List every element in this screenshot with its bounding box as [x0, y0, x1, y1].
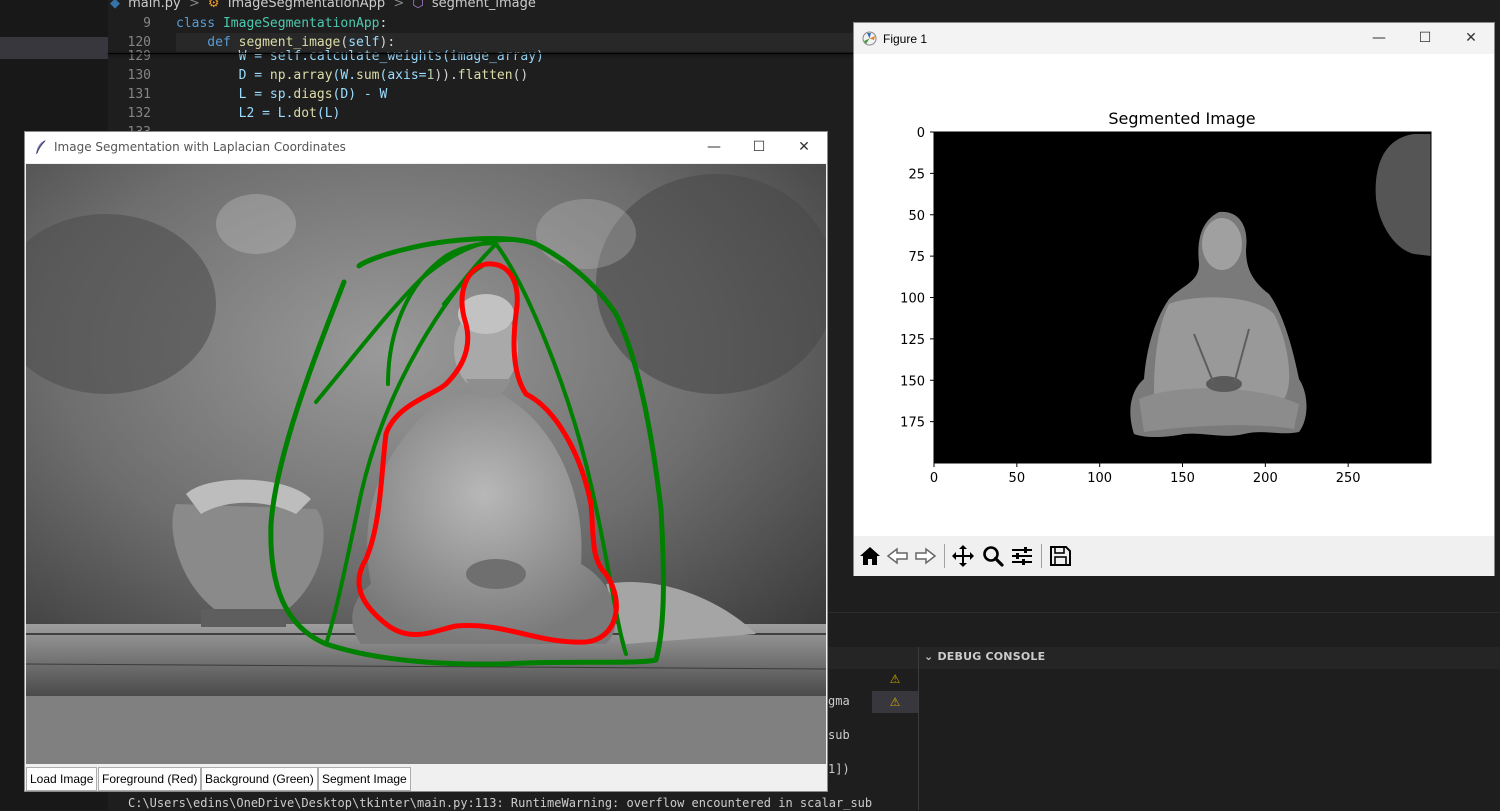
chevron-down-icon: ⌄ [924, 650, 938, 663]
y-tick-label: 125 [900, 333, 925, 348]
breadcrumb-separator: > [188, 0, 200, 11]
code-token: (axis= [379, 68, 427, 83]
breadcrumb-separator: > [393, 0, 405, 11]
x-tick-label: 250 [1336, 471, 1361, 486]
breadcrumb-class[interactable]: ImageSegmentationApp [228, 0, 385, 11]
sticky-code-line[interactable]: 9 class ImageSegmentationApp: [108, 14, 387, 33]
x-tick-label: 150 [1170, 471, 1195, 486]
explorer-selected-row[interactable] [0, 37, 108, 59]
loaded-photo[interactable] [26, 164, 826, 696]
drawing-canvas[interactable] [26, 164, 826, 764]
close-button[interactable]: ✕ [781, 132, 827, 163]
terminal-output-fragment: sub [828, 728, 850, 742]
y-tick-label: 100 [900, 292, 925, 307]
navigation-toolbar [854, 536, 1494, 576]
line-number: 129 [127, 49, 151, 64]
y-tick-label: 50 [908, 209, 925, 224]
y-tick-label: 0 [917, 126, 925, 141]
code-token: : [379, 16, 388, 31]
x-tick-label: 50 [1009, 471, 1026, 486]
segment-image-button[interactable]: Segment Image [318, 767, 411, 791]
x-tick-label: 100 [1087, 471, 1112, 486]
line-number: 131 [127, 87, 151, 102]
code-line[interactable]: 131 L = sp.diags(D) - W [108, 85, 388, 104]
back-icon[interactable] [885, 544, 911, 568]
axes-image[interactable] [933, 131, 1432, 464]
code-token: class [176, 16, 223, 31]
breadcrumb: ◆ main.py > ⚙ ImageSegmentationApp > ⬡ s… [110, 0, 540, 14]
window-title: Image Segmentation with Laplacian Coordi… [54, 140, 346, 154]
minimize-button[interactable]: — [1356, 23, 1402, 54]
toolbar-separator [1041, 544, 1042, 568]
maximize-button[interactable]: ☐ [736, 132, 782, 163]
background-green-button[interactable]: Background (Green) [201, 767, 318, 791]
foreground-red-button[interactable]: Foreground (Red) [98, 767, 202, 791]
method-symbol-icon: ⬡ [412, 0, 424, 11]
line-number: 132 [127, 106, 151, 121]
panel-divider[interactable] [918, 647, 919, 810]
close-button[interactable]: ✕ [1448, 23, 1494, 54]
save-icon[interactable] [1047, 544, 1073, 568]
code-token: flatten [457, 68, 513, 83]
code-token: D = [176, 68, 270, 83]
warning-icon[interactable]: ⚠ [888, 672, 902, 686]
figure-titlebar[interactable]: Figure 1 — ☐ ✕ [854, 23, 1494, 54]
zoom-icon[interactable] [980, 544, 1006, 568]
forward-icon[interactable] [912, 544, 938, 568]
terminal-output-fragment: 1]) [828, 762, 850, 776]
python-file-icon: ◆ [110, 0, 120, 11]
terminal-output-fragment: gma [828, 694, 850, 708]
plot-area[interactable]: Segmented Image 0 50 100 150 200 250 0 25 50 75 1… [854, 54, 1494, 536]
code-token: () [512, 68, 529, 83]
code-token: sum [356, 68, 380, 83]
chart-title: Segmented Image [1108, 109, 1255, 128]
load-image-button[interactable]: Load Image [26, 767, 98, 791]
code-token: W = self.calculate_weights(image_array) [176, 49, 544, 64]
y-tick-label: 75 [908, 250, 925, 265]
bottom-panel [828, 612, 1500, 811]
line-number: 9 [143, 16, 151, 31]
feather-icon [36, 140, 46, 154]
code-line[interactable]: 132 L2 = L.dot(L) [108, 104, 341, 123]
breadcrumb-file[interactable]: main.py [128, 0, 181, 11]
toolbar-separator [944, 544, 945, 568]
debug-console-header[interactable]: ⌄ DEBUG CONSOLE [924, 650, 1045, 663]
x-tick-label: 200 [1253, 471, 1278, 486]
breadcrumb-method[interactable]: segment_image [432, 0, 536, 11]
minimize-button[interactable]: — [691, 132, 737, 163]
tk-titlebar[interactable]: Image Segmentation with Laplacian Coordi… [25, 132, 827, 163]
matplotlib-icon [862, 31, 877, 46]
y-axis: 0 25 50 75 100 125 150 175 [900, 126, 934, 431]
tk-app-window: Image Segmentation with Laplacian Coordi… [24, 131, 828, 792]
figure-window: Figure 1 — ☐ ✕ Segmented Image 0 50 100 150… [853, 22, 1495, 576]
code-token: )). [434, 68, 458, 83]
code-token: ImageSegmentationApp [222, 16, 380, 31]
code-token: L = sp. [176, 87, 294, 102]
configure-subplots-icon[interactable] [1009, 544, 1035, 568]
class-symbol-icon: ⚙ [207, 0, 220, 11]
x-tick-label: 0 [930, 471, 938, 486]
code-token: np.array [269, 68, 333, 83]
sticky-scroll-divider [108, 53, 854, 54]
x-axis: 0 50 100 150 200 250 [930, 463, 1361, 486]
line-number: 130 [127, 68, 151, 83]
code-token: L2 = L. [176, 106, 294, 121]
home-icon[interactable] [857, 544, 883, 568]
y-tick-label: 25 [908, 167, 925, 182]
code-token: (W. [332, 68, 357, 83]
pan-icon[interactable] [950, 544, 976, 568]
code-token: diags [293, 87, 333, 102]
code-line[interactable]: 129 W = self.calculate_weights(image_arr… [108, 47, 544, 66]
code-token: (L) [316, 106, 341, 121]
code-token: (D) - W [332, 87, 388, 102]
terminal-warning-line: C:\Users\edins\OneDrive\Desktop\tkinter\… [128, 796, 873, 810]
y-tick-label: 175 [900, 416, 925, 431]
maximize-button[interactable]: ☐ [1402, 23, 1448, 54]
y-tick-label: 150 [900, 374, 925, 389]
code-token: dot [293, 106, 317, 121]
figure-title: Figure 1 [883, 32, 928, 46]
warning-icon[interactable]: ⚠ [888, 695, 902, 709]
code-line[interactable]: 130 D = np.array(W.sum(axis=1)).flatten(… [108, 66, 529, 85]
